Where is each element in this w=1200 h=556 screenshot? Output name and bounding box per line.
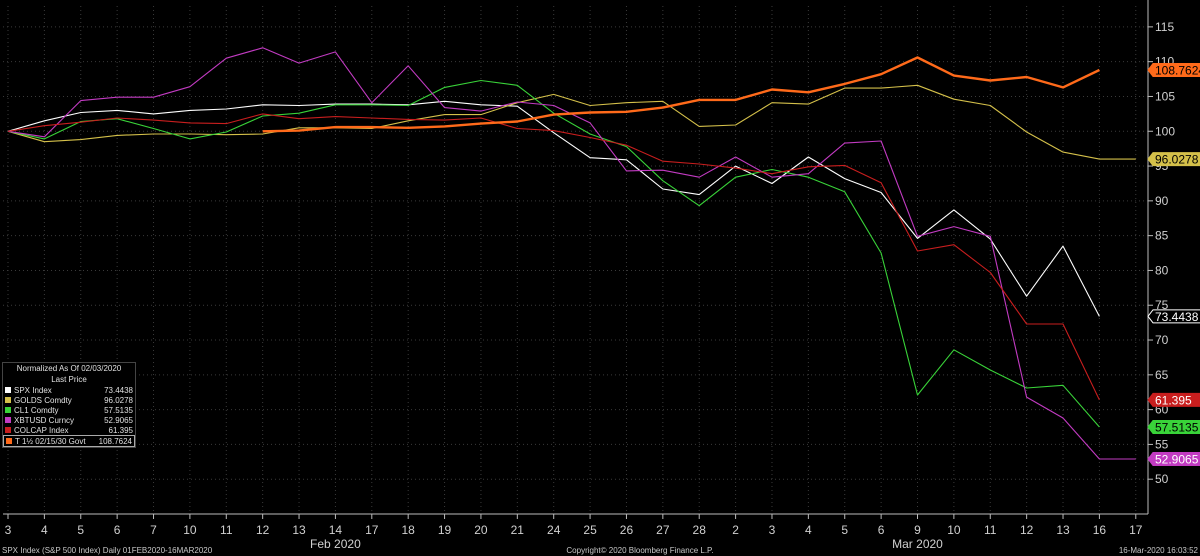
y-tick-label: 80	[1155, 263, 1169, 277]
legend-series-name: CL1 Comdty	[14, 405, 59, 415]
x-tick-label: 10	[183, 523, 197, 537]
x-tick-label: 19	[438, 523, 452, 537]
legend-row: SPX Index 73.4438	[3, 385, 135, 395]
y-tick-label: 90	[1155, 194, 1169, 208]
end-value-label: 61.395	[1155, 393, 1192, 407]
legend-series-value: 61.395	[108, 425, 133, 435]
x-tick-label: 3	[769, 523, 776, 537]
x-tick-label: 20	[474, 523, 488, 537]
x-tick-label: 26	[620, 523, 634, 537]
legend-series-name: XBTUSD Curncy	[14, 415, 75, 425]
y-tick-label: 65	[1155, 368, 1169, 382]
legend-row: CL1 Comdty 57.5135	[3, 405, 135, 415]
x-tick-label: 27	[656, 523, 670, 537]
y-tick-label: 50	[1155, 472, 1169, 486]
footer-copyright: Copyright© 2020 Bloomberg Finance L.P.	[566, 546, 713, 555]
legend-swatch	[5, 387, 11, 393]
legend-box: Normalized As Of 02/03/2020 Last Price S…	[2, 362, 136, 448]
y-tick-label: 85	[1155, 229, 1169, 243]
legend-header-normalized: Normalized As Of 02/03/2020	[16, 364, 122, 373]
x-month-label: Feb 2020	[310, 537, 361, 551]
legend-swatch	[5, 407, 11, 413]
legend-swatch	[5, 397, 11, 403]
x-tick-label: 3	[5, 523, 12, 537]
legend-series-value: 57.5135	[104, 405, 133, 415]
legend-header-last-price: Last Price	[51, 375, 87, 384]
x-tick-label: 11	[984, 523, 997, 537]
chart-canvas: 5055606570758085909510010511011534567101…	[2, 0, 1200, 555]
y-tick-label: 55	[1155, 437, 1169, 451]
x-tick-label: 6	[878, 523, 885, 537]
end-value-label: 108.7624	[1155, 64, 1200, 78]
x-tick-label: 9	[914, 523, 921, 537]
x-tick-label: 17	[1129, 523, 1143, 537]
y-tick-label: 70	[1155, 333, 1169, 347]
legend-series-value: 73.4438	[104, 385, 133, 395]
x-tick-label: 4	[41, 523, 48, 537]
legend-series-name: SPX Index	[14, 385, 52, 395]
x-tick-label: 5	[841, 523, 848, 537]
legend-swatch	[5, 427, 11, 433]
y-tick-label: 115	[1155, 20, 1174, 34]
y-tick-label: 100	[1155, 124, 1175, 138]
x-tick-label: 4	[805, 523, 812, 537]
legend-row: COLCAP Index 61.395	[3, 425, 135, 435]
x-tick-label: 5	[77, 523, 84, 537]
x-tick-label: 17	[365, 523, 379, 537]
x-tick-label: 18	[402, 523, 416, 537]
x-tick-label: 13	[292, 523, 306, 537]
x-tick-label: 12	[256, 523, 270, 537]
x-tick-label: 25	[583, 523, 597, 537]
legend-swatch	[5, 417, 11, 423]
end-value-label: 57.5135	[1155, 421, 1199, 435]
x-tick-label: 6	[114, 523, 121, 537]
end-value-label: 52.9065	[1155, 453, 1199, 467]
legend-swatch	[6, 438, 12, 444]
legend-series-value: 96.0278	[104, 395, 133, 405]
x-tick-label: 12	[1020, 523, 1034, 537]
legend-series-name: COLCAP Index	[14, 425, 69, 435]
legend-series-name: T 1½ 02/15/30 Govt	[15, 436, 86, 446]
end-value-label: 73.4438	[1155, 310, 1199, 324]
x-month-label: Mar 2020	[892, 537, 943, 551]
series-line-colcap	[7, 113, 1100, 401]
series-line-xbtusd	[7, 47, 1136, 460]
x-tick-label: 7	[150, 523, 157, 537]
footer-timestamp: 16-Mar-2020 16:03:52	[1119, 546, 1199, 555]
end-value-label: 96.0278	[1155, 153, 1199, 167]
legend-series-value: 52.9065	[104, 415, 133, 425]
x-tick-label: 21	[511, 523, 525, 537]
legend-row: XBTUSD Curncy 52.9065	[3, 415, 135, 425]
x-tick-label: 14	[329, 523, 343, 537]
footer-left: SPX Index (S&P 500 Index) Daily 01FEB202…	[2, 546, 213, 555]
x-tick-label: 10	[947, 523, 961, 537]
legend-row: T 1½ 02/15/30 Govt 108.7624	[3, 435, 135, 447]
x-tick-label: 28	[693, 523, 707, 537]
legend-series-name: GOLDS Comdty	[14, 395, 72, 405]
series-line-t	[262, 56, 1100, 133]
x-tick-label: 2	[732, 523, 739, 537]
y-tick-label: 105	[1155, 89, 1175, 103]
x-tick-label: 13	[1056, 523, 1070, 537]
x-tick-label: 11	[220, 523, 233, 537]
legend-series-value: 108.7624	[98, 436, 132, 446]
x-tick-label: 24	[547, 523, 561, 537]
x-tick-label: 16	[1093, 523, 1107, 537]
legend-row: GOLDS Comdty 96.0278	[3, 395, 135, 405]
